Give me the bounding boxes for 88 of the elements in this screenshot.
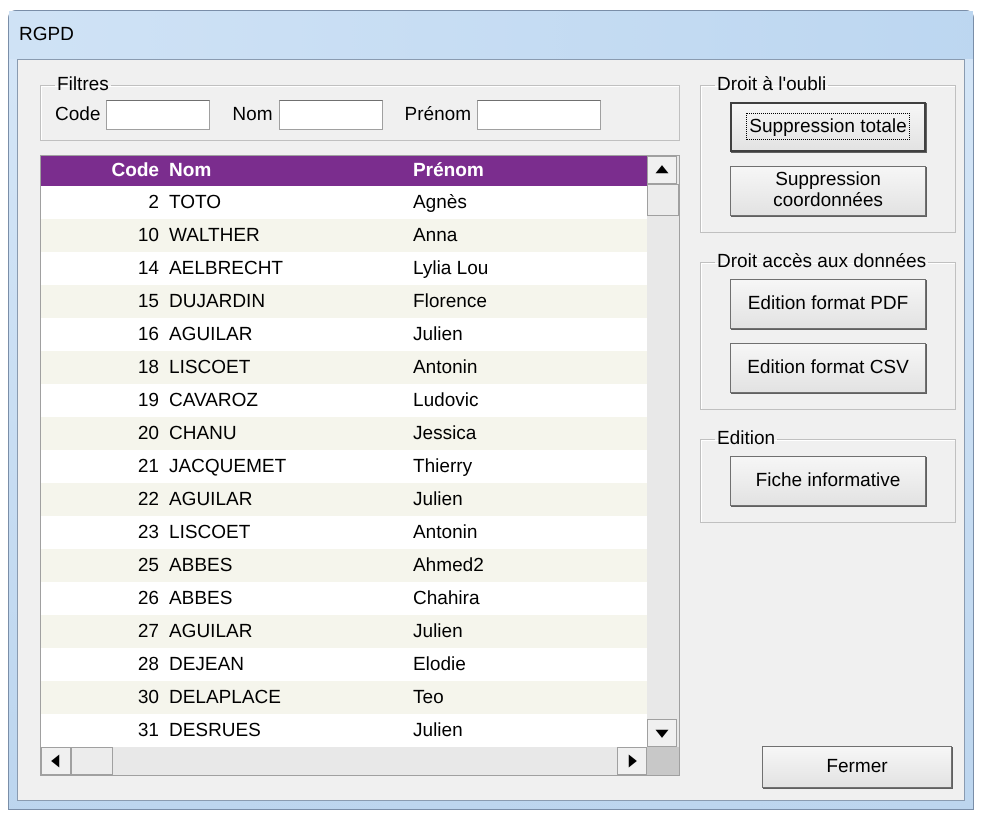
filter-input[interactable] — [106, 100, 210, 130]
window-title: RGPD — [19, 24, 74, 46]
table-cell-text: Julien — [413, 324, 464, 346]
group-title: Filtres — [56, 74, 110, 96]
table-cell-text: Thierry — [413, 456, 474, 478]
column-header[interactable]: Code — [41, 160, 167, 182]
table-cell-text: 22 — [136, 488, 160, 510]
table-cell-text: CAVAROZ — [168, 390, 260, 412]
table-cell-text: WALTHER — [168, 224, 261, 246]
table-cell-text: LISCOET — [168, 522, 252, 544]
table-cell-text: DESRUES — [168, 720, 262, 742]
table-cell-text: 23 — [136, 522, 160, 544]
group-title: Edition — [716, 428, 776, 450]
table-cell-text: AGUILAR — [168, 620, 254, 642]
table-cell-text: JACQUEMET — [168, 456, 288, 478]
table-cell-text: AGUILAR — [168, 324, 254, 346]
table-cell-text: CHANU — [168, 422, 238, 444]
table-cell-text: ABBES — [168, 588, 234, 610]
table-cell-text: 25 — [136, 554, 160, 576]
scroll-thumb[interactable] — [647, 184, 679, 216]
table-cell-text: Elodie — [413, 654, 467, 676]
table-row[interactable]: 20 CHANU Jessica — [41, 417, 647, 450]
table-cell-text: Anna — [413, 224, 458, 246]
table-cell-text: 27 — [136, 620, 160, 642]
filter-input[interactable] — [477, 100, 602, 130]
field-label: Code — [55, 104, 100, 126]
group-title: Droit accès aux données — [716, 251, 928, 273]
table-cell-text: AGUILAR — [168, 488, 254, 510]
table-cell-text: Antonin — [413, 522, 478, 544]
action-button[interactable]: Fiche informative — [730, 456, 926, 506]
table-cell-text: ABBES — [168, 554, 234, 576]
scroll-down-icon[interactable] — [647, 719, 677, 747]
table-cell-text: Chahira — [413, 588, 481, 610]
table-cell-text: 26 — [136, 588, 160, 610]
horizontal-scrollbar[interactable] — [41, 747, 679, 775]
table-cell-text: 14 — [136, 258, 160, 280]
table-cell-text: Ahmed2 — [413, 554, 485, 576]
scroll-right-icon[interactable] — [617, 747, 647, 775]
field-label: Prénom — [404, 104, 472, 126]
action-button[interactable]: Edition format CSV — [730, 343, 926, 393]
column-header[interactable]: Prénom — [413, 160, 643, 182]
table-row[interactable]: 27 AGUILAR Julien — [41, 615, 647, 648]
table-cell-text: Lylia Lou — [413, 258, 490, 280]
table-cell-text: 28 — [136, 654, 160, 676]
table-cell-text: Antonin — [413, 356, 478, 378]
table-cell-text: DUJARDIN — [168, 290, 266, 312]
vertical-scrollbar[interactable] — [647, 156, 679, 747]
table-cell-text: Teo — [413, 686, 445, 708]
column-header[interactable]: Nom — [167, 160, 413, 182]
table-cell-text: 15 — [136, 290, 160, 312]
action-button[interactable]: Edition format PDF — [730, 279, 926, 329]
table-cell-text: 30 — [136, 686, 160, 708]
table-row[interactable]: 18 LISCOET Antonin — [41, 351, 647, 384]
action-button[interactable]: Suppression coordonnées — [730, 166, 926, 216]
field-label: Nom — [232, 104, 273, 126]
table-cell-text: Julien — [413, 720, 464, 742]
table-row[interactable]: 30 DELAPLACE Teo — [41, 681, 647, 714]
table-cell-text: Florence — [413, 290, 488, 312]
action-button[interactable]: Suppression totale — [730, 102, 926, 152]
table-cell-text: TOTO — [168, 192, 222, 214]
table-cell-text: 2 — [147, 192, 160, 214]
table-cell-text: Julien — [413, 620, 464, 642]
table-cell-text: 16 — [136, 324, 160, 346]
table-cell-text: Agnès — [413, 192, 468, 214]
table-cell-text: 21 — [136, 456, 160, 478]
table-row[interactable]: 10 WALTHER Anna — [41, 219, 647, 252]
table-cell-text: DEJEAN — [168, 654, 245, 676]
table-cell-text: 31 — [136, 720, 160, 742]
table-cell-text: Ludovic — [413, 390, 480, 412]
table-cell-text: 20 — [136, 422, 160, 444]
table-cell-text: Jessica — [413, 422, 478, 444]
table-cell-text: LISCOET — [168, 356, 252, 378]
table-cell-text: AELBRECHT — [168, 258, 284, 280]
scroll-left-icon[interactable] — [41, 747, 71, 775]
scrollbar-corner — [647, 747, 679, 775]
scroll-thumb[interactable] — [71, 747, 113, 775]
filter-input[interactable] — [278, 100, 383, 130]
table-cell-text: Julien — [413, 488, 464, 510]
table-cell-text: 18 — [136, 356, 160, 378]
table-cell-text: 10 — [136, 224, 160, 246]
scroll-up-icon[interactable] — [647, 156, 677, 184]
table-row[interactable]: 25 ABBES Ahmed2 — [41, 549, 647, 582]
table-cell-text: 19 — [136, 390, 160, 412]
table-cell-text: DELAPLACE — [168, 686, 282, 708]
table-row[interactable]: 15 DUJARDIN Florence — [41, 285, 647, 318]
table-row[interactable]: 22 AGUILAR Julien — [41, 483, 647, 516]
close-button[interactable]: Fermer — [762, 746, 952, 788]
group-title: Droit à l'oubli — [716, 74, 828, 96]
